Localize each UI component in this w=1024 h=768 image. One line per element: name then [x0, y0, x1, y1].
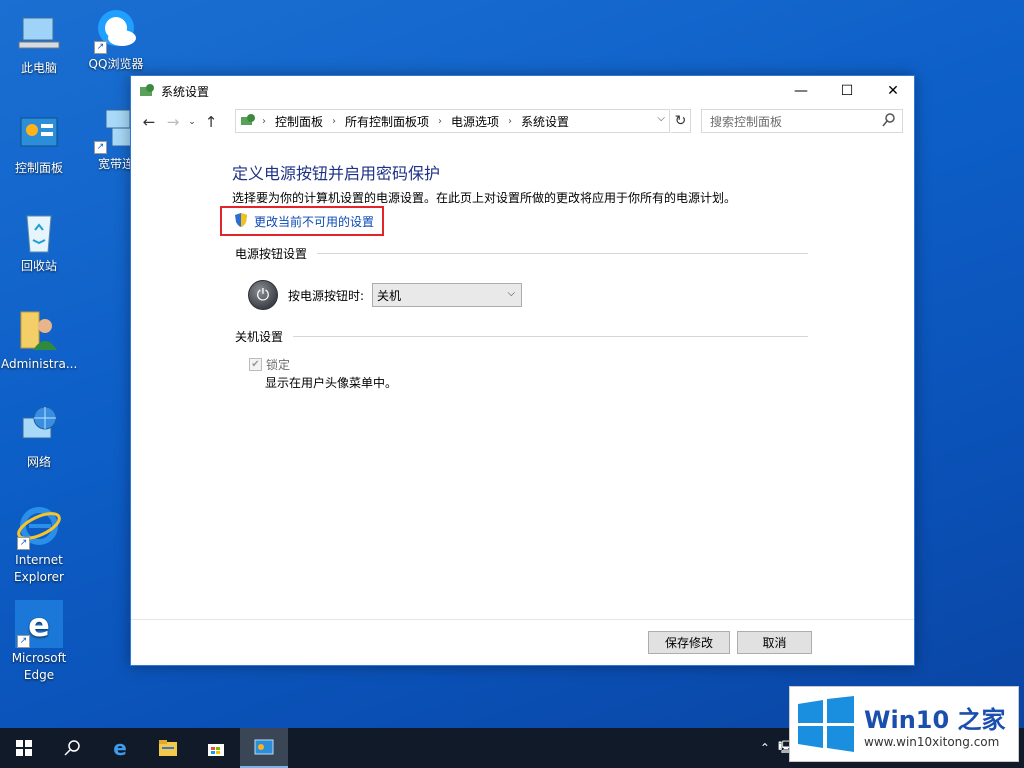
change-unavailable-settings-link[interactable]: 更改当前不可用的设置: [254, 213, 374, 230]
site-watermark: Win10 之家 www.win10xitong.com: [789, 686, 1019, 762]
page-title: 定义电源按钮并启用密码保护: [232, 164, 441, 183]
internet-explorer-icon: ↗: [15, 502, 63, 550]
edge-taskbar-icon[interactable]: e: [96, 728, 144, 768]
user-folder-icon: [15, 306, 63, 354]
power-options-app-icon: [139, 83, 155, 99]
qq-browser-icon: ↗: [92, 6, 140, 54]
power-button-section: 电源按钮设置: [235, 245, 808, 262]
power-icon: ⏻: [248, 280, 278, 310]
search-input[interactable]: 搜索控制面板: [701, 109, 903, 133]
show-hidden-icons-chevron-icon[interactable]: ⌃: [760, 741, 770, 755]
breadcrumb-system-settings[interactable]: 系统设置: [521, 113, 569, 130]
cancel-button[interactable]: 取消: [737, 631, 812, 654]
address-bar[interactable]: › 控制面板 › 所有控制面板项 › 电源选项 › 系统设置 ⌵: [235, 109, 670, 133]
lock-checkbox[interactable]: ✔: [249, 358, 262, 371]
desktop-icon-label: 控制面板: [14, 161, 63, 175]
store-icon[interactable]: [192, 728, 240, 768]
desktop-icon-this-pc[interactable]: 此电脑: [1, 10, 77, 77]
desktop-icon-microsoft-edge[interactable]: e ↗ Microsoft Edge: [1, 600, 77, 684]
breadcrumb-control-panel[interactable]: 控制面板: [275, 113, 323, 130]
watermark-url: www.win10xitong.com: [864, 734, 1000, 749]
power-button-label: 按电源按钮时:: [288, 288, 365, 303]
lock-label: 锁定: [266, 358, 291, 372]
desktop-icon-label: Internet Explorer: [14, 553, 64, 584]
desktop-icon-label: 网络: [26, 455, 51, 469]
system-settings-window: 系统设置 — ☐ ✕ ← → ⌄ ↑ › 控制面板 › 所有控制面板项 › 电源…: [130, 75, 915, 666]
lock-description: 显示在用户头像菜单中。: [265, 376, 398, 390]
close-button[interactable]: ✕: [870, 76, 916, 106]
shortcut-arrow-icon: ↗: [17, 635, 30, 648]
section-title: 关机设置: [235, 330, 284, 344]
search-icon: [882, 113, 896, 130]
windows-logo-icon: [796, 696, 856, 752]
select-value: 关机: [377, 288, 402, 303]
svg-text:e: e: [113, 738, 127, 758]
shortcut-arrow-icon: ↗: [94, 41, 107, 54]
shortcut-arrow-icon: ↗: [94, 141, 107, 154]
dialog-footer: 保存修改 取消: [131, 619, 914, 665]
desktop-icon-recycle-bin[interactable]: 回收站: [1, 208, 77, 275]
desktop-icon-network[interactable]: 网络: [1, 404, 77, 471]
breadcrumb-separator-icon: ›: [332, 115, 337, 127]
desktop-icon-label: 此电脑: [20, 61, 57, 75]
recycle-bin-icon: [15, 208, 63, 256]
search-icon[interactable]: [48, 728, 96, 768]
desktop-icon-label: QQ浏览器: [88, 57, 144, 71]
breadcrumb-power-options[interactable]: 电源选项: [451, 113, 499, 130]
save-changes-button[interactable]: 保存修改: [648, 631, 730, 654]
shortcut-arrow-icon: ↗: [17, 537, 30, 550]
up-arrow-icon[interactable]: ↑: [199, 110, 223, 134]
desktop-icon-internet-explorer[interactable]: ↗ Internet Explorer: [1, 502, 77, 586]
breadcrumb-separator-icon: ›: [438, 115, 443, 127]
section-divider: [317, 253, 808, 254]
recent-locations-chevron-icon[interactable]: ⌄: [185, 110, 199, 134]
desktop-icon-qq-browser[interactable]: ↗ QQ浏览器: [78, 6, 154, 73]
watermark-title: Win10 之家: [864, 705, 1006, 734]
title-bar[interactable]: 系统设置 — ☐ ✕: [131, 76, 914, 106]
power-button-action-select[interactable]: 关机 ⌵: [372, 283, 523, 307]
address-location-icon: [240, 112, 256, 131]
breadcrumb-separator-icon: ›: [262, 115, 266, 127]
forward-arrow-icon[interactable]: →: [161, 110, 185, 134]
svg-text:e: e: [28, 606, 50, 644]
refresh-icon[interactable]: ↻: [671, 109, 691, 133]
section-divider: [293, 336, 808, 337]
search-placeholder: 搜索控制面板: [710, 114, 783, 129]
power-button-row: ⏻ 按电源按钮时: 关机 ⌵: [248, 280, 523, 310]
page-description: 选择要为你的计算机设置的电源设置。在此页上对设置所做的更改将应用于你所有的电源计…: [232, 191, 737, 205]
microsoft-edge-icon: e ↗: [15, 600, 63, 648]
window-title: 系统设置: [161, 84, 210, 99]
maximize-button[interactable]: ☐: [824, 76, 870, 106]
desktop-icon-label: 回收站: [20, 259, 57, 273]
chevron-down-icon: ⌵: [507, 288, 516, 299]
change-settings-highlight: 更改当前不可用的设置: [220, 206, 384, 236]
address-dropdown-chevron-icon[interactable]: ⌵: [657, 113, 665, 124]
breadcrumb-all-items[interactable]: 所有控制面板项: [345, 113, 429, 130]
control-panel-taskbar-icon[interactable]: [240, 728, 288, 768]
computer-icon: [15, 10, 63, 58]
uac-shield-icon: [234, 212, 248, 231]
desktop-icon-control-panel[interactable]: 控制面板: [1, 110, 77, 177]
start-windows-icon[interactable]: [0, 728, 48, 768]
desktop-icon-label: Administra...: [1, 357, 78, 371]
desktop-icon-label: Microsoft Edge: [11, 651, 67, 682]
back-arrow-icon[interactable]: ←: [137, 110, 161, 134]
section-title: 电源按钮设置: [235, 247, 308, 261]
file-explorer-icon[interactable]: [144, 728, 192, 768]
breadcrumb-separator-icon: ›: [508, 115, 513, 127]
desktop-icon-user-folder[interactable]: Administra...: [1, 306, 77, 373]
network-globe-icon: [15, 404, 63, 452]
lock-option-row: ✔ 锁定: [249, 356, 290, 373]
control-panel-icon: [15, 110, 63, 158]
shutdown-section: 关机设置: [235, 328, 808, 345]
minimize-button[interactable]: —: [778, 76, 824, 106]
